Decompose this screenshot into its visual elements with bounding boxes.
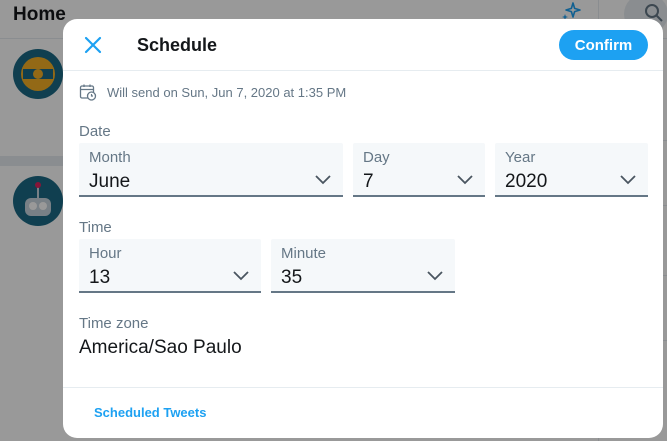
chevron-down-icon — [457, 175, 473, 185]
confirm-button[interactable]: Confirm — [559, 30, 648, 60]
year-value: 2020 — [505, 171, 548, 192]
close-icon — [84, 36, 102, 54]
scheduled-tweets-link[interactable]: Scheduled Tweets — [94, 405, 206, 420]
minute-label: Minute — [281, 245, 327, 262]
chevron-down-icon — [233, 271, 249, 281]
schedule-dialog: Schedule Confirm Will send on Sun, Jun 7… — [63, 19, 663, 438]
date-section-label: Date — [79, 123, 111, 140]
month-value: June — [89, 171, 131, 192]
dialog-header: Schedule Confirm — [63, 19, 663, 71]
dialog-footer: Scheduled Tweets — [63, 387, 663, 438]
timezone-label: Time zone — [79, 315, 149, 332]
day-value: 7 — [363, 171, 374, 192]
dialog-title: Schedule — [137, 35, 218, 55]
hour-value: 13 — [89, 267, 111, 288]
month-select[interactable]: Month June — [79, 143, 343, 197]
minute-select[interactable]: Minute 35 — [271, 239, 455, 293]
chevron-down-icon — [620, 175, 636, 185]
year-label: Year — [505, 149, 536, 166]
close-button[interactable] — [79, 31, 107, 59]
chevron-down-icon — [315, 175, 331, 185]
day-select[interactable]: Day 7 — [353, 143, 485, 197]
time-section-label: Time — [79, 219, 112, 236]
hour-label: Hour — [89, 245, 122, 262]
send-info: Will send on Sun, Jun 7, 2020 at 1:35 PM — [79, 82, 346, 102]
hour-select[interactable]: Hour 13 — [79, 239, 261, 293]
day-label: Day — [363, 149, 390, 166]
year-select[interactable]: Year 2020 — [495, 143, 648, 197]
send-info-text: Will send on Sun, Jun 7, 2020 at 1:35 PM — [107, 84, 347, 100]
chevron-down-icon — [427, 271, 443, 281]
timezone-value: America/Sao Paulo — [79, 337, 242, 358]
month-label: Month — [89, 149, 131, 166]
minute-value: 35 — [281, 267, 303, 288]
calendar-clock-icon — [79, 84, 97, 101]
